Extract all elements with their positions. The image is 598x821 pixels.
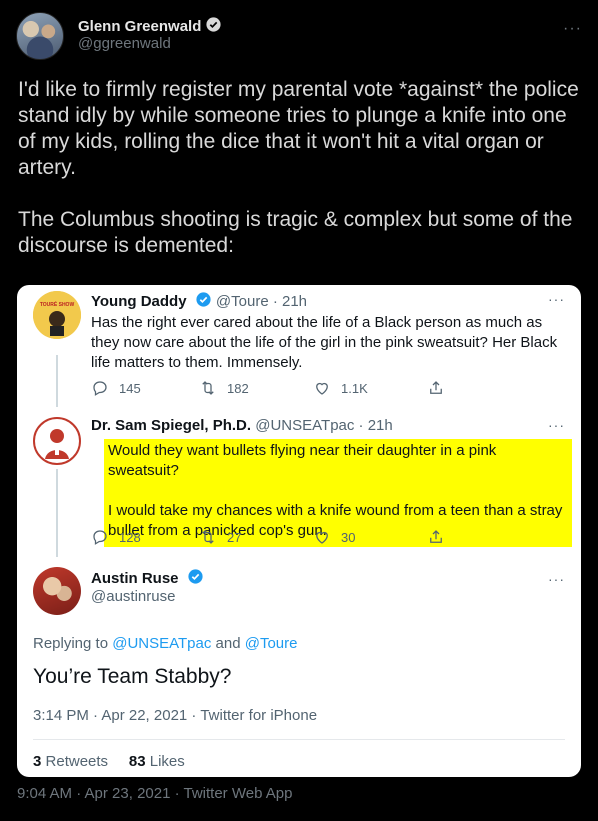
embedded-tweet-ruse: Austin Ruse @austinruse ··· Replying to …	[17, 563, 581, 777]
retweet-button[interactable]: 27	[199, 528, 241, 546]
reply-count: 145	[119, 380, 141, 396]
retweet-icon	[202, 530, 214, 544]
embedded-image[interactable]: TOURÉ SHOW Young Daddy @Toure · 21h ··· …	[17, 285, 581, 777]
verified-badge-icon	[196, 292, 211, 307]
like-button[interactable]: 30	[313, 528, 355, 546]
reply-count: 128	[119, 529, 141, 545]
share-icon	[430, 381, 442, 394]
tweet-header: Glenn Greenwald @ggreenwald ···	[16, 12, 582, 62]
reply-button[interactable]: 128	[91, 528, 141, 546]
likes-count: 83	[128, 753, 146, 770]
author-name[interactable]: Glenn Greenwald	[78, 16, 222, 35]
replying-to-label: Replying to	[33, 635, 109, 652]
more-icon[interactable]: ···	[548, 571, 565, 587]
retweet-count: 182	[227, 380, 249, 396]
tweet-actions: 128 27 30	[91, 528, 511, 548]
avatar-logo-text: TOURÉ SHOW	[40, 300, 75, 308]
author-handle[interactable]: @austinruse	[91, 588, 175, 605]
retweets-label: Retweets	[45, 753, 109, 770]
tweet-text-paragraph: Would they want bullets flying near thei…	[108, 442, 497, 479]
retweet-button[interactable]: 182	[199, 379, 249, 397]
replying-to-link[interactable]: @Toure	[245, 635, 298, 652]
like-count: 30	[341, 529, 356, 545]
tweet-text-paragraph: I'd like to firmly register my parental …	[18, 78, 579, 179]
avatar: TOURÉ SHOW	[33, 291, 81, 339]
author-name-text[interactable]: Glenn Greenwald	[78, 18, 201, 35]
author-name[interactable]: Young Daddy	[91, 293, 187, 310]
author-handle[interactable]: @ggreenwald	[78, 35, 171, 52]
reply-icon	[93, 530, 107, 545]
retweets-stat[interactable]: 3 Retweets	[33, 753, 108, 770]
author-handle-time[interactable]: @Toure · 21h	[216, 293, 307, 310]
share-button[interactable]	[427, 379, 445, 397]
more-icon[interactable]: ···	[563, 20, 582, 38]
replying-to-link[interactable]: @UNSEATpac	[112, 635, 211, 652]
toure-show-logo: TOURÉ SHOW	[33, 291, 81, 339]
thread-line	[56, 469, 58, 557]
reply-icon	[93, 381, 107, 396]
tweet-timestamp[interactable]: 3:14 PM · Apr 22, 2021 · Twitter for iPh…	[33, 707, 317, 724]
like-icon	[316, 382, 328, 395]
tweet-text: Has the right ever cared about the life …	[91, 314, 558, 371]
replying-to-and: and	[215, 635, 241, 652]
share-button[interactable]	[427, 528, 445, 546]
tweet-text-paragraph: The Columbus shooting is tragic & comple…	[18, 208, 573, 257]
author-name[interactable]: Dr. Sam Spiegel, Ph.D.	[91, 417, 251, 434]
unseatpac-logo	[45, 429, 69, 459]
divider	[33, 739, 565, 740]
avatar[interactable]	[16, 12, 64, 60]
like-button[interactable]: 1.1K	[313, 379, 368, 397]
tweet-header: Young Daddy @Toure · 21h	[91, 291, 307, 310]
tweet-timestamp[interactable]: 9:04 AM · Apr 23, 2021 · Twitter Web App	[17, 785, 292, 802]
verified-badge-icon	[188, 569, 203, 584]
tweet-text: I'd like to firmly register my parental …	[18, 77, 583, 285]
author-name[interactable]: Austin Ruse	[91, 570, 179, 587]
retweets-count: 3	[33, 753, 42, 770]
verified-badge-icon	[206, 17, 221, 32]
embedded-tweet-spiegel: Dr. Sam Spiegel, Ph.D. @UNSEATpac · 21h …	[17, 411, 581, 561]
tweet-stats: 3 Retweets 83 Likes	[33, 753, 185, 770]
more-icon[interactable]: ···	[548, 291, 565, 307]
like-icon	[316, 531, 328, 544]
tweet-actions: 145 182 1.1K	[91, 379, 511, 399]
share-icon	[430, 530, 442, 543]
replying-to: Replying to @UNSEATpac and @Toure	[33, 635, 297, 652]
reply-button[interactable]: 145	[91, 379, 141, 397]
likes-label: Likes	[149, 753, 185, 770]
tweet-header: Austin Ruse	[91, 568, 204, 587]
retweet-count: 27	[227, 529, 242, 545]
tweet-header: Dr. Sam Spiegel, Ph.D. @UNSEATpac · 21h	[91, 417, 393, 434]
tweet-text: You’re Team Stabby?	[33, 665, 232, 688]
avatar	[33, 417, 81, 465]
avatar	[33, 567, 81, 615]
thread-line	[56, 355, 58, 407]
likes-stat[interactable]: 83 Likes	[129, 753, 185, 770]
like-count: 1.1K	[341, 380, 368, 396]
embedded-tweet-toure: TOURÉ SHOW Young Daddy @Toure · 21h ··· …	[17, 285, 581, 413]
author-handle-time[interactable]: @UNSEATpac · 21h	[255, 417, 393, 434]
retweet-icon	[202, 381, 214, 395]
more-icon[interactable]: ···	[548, 417, 565, 433]
